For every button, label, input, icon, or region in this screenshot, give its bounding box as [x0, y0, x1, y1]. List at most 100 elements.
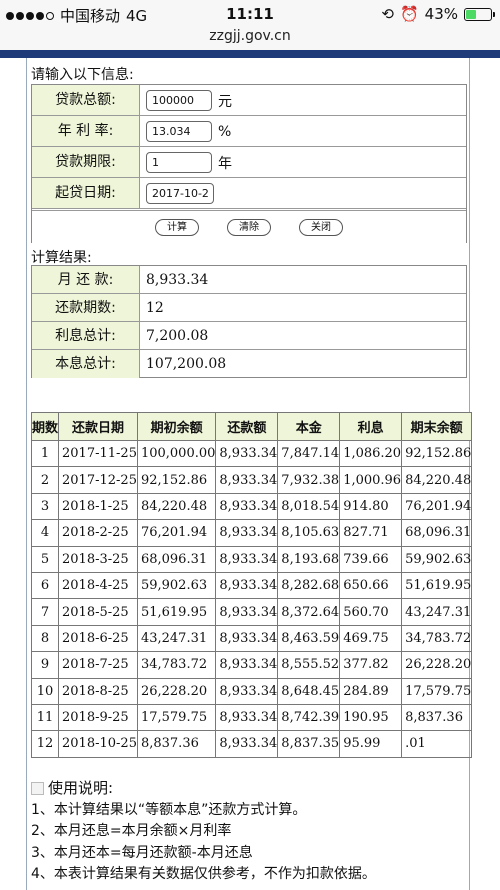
clear-button[interactable]: 清除	[227, 218, 271, 236]
table-cell: 2018-10-25	[58, 730, 138, 758]
total-amount-value: 107,200.08	[146, 356, 227, 372]
table-cell: 59,902.63	[401, 545, 473, 573]
url-bar[interactable]: zzgjj.gov.cn	[0, 28, 500, 50]
table-row: 2 2017-12-25 92,152.86 8,933.34 7,932.38 1,00…	[30, 466, 473, 494]
column-header: 还款额	[215, 412, 279, 441]
table-cell: 11	[30, 703, 60, 732]
result-panel: 月 还 款: 8,933.34 还款期数: 12 利息总计: 7,200.08 …	[31, 265, 467, 378]
table-cell: 8,837.36	[136, 730, 217, 758]
table-cell: 2	[30, 466, 60, 494]
table-cell: 284.89	[339, 677, 403, 705]
note-item: 1、本计算结果以“等额本息”还款方式计算。	[31, 801, 307, 818]
close-button[interactable]: 关闭	[299, 218, 343, 236]
table-cell: 8,742.39	[277, 703, 341, 732]
interest-rate-row: 年 利 率: %	[32, 116, 466, 147]
table-cell: 190.95	[339, 703, 403, 732]
table-cell: 8,555.52	[277, 651, 341, 679]
column-header: 还款日期	[58, 412, 138, 441]
alarm-icon: ⏰	[399, 5, 419, 23]
table-cell: 650.66	[339, 571, 403, 600]
table-cell: 34,783.72	[401, 624, 473, 653]
notes-title: 使用说明:	[48, 779, 114, 797]
table-row: 3 2018-1-25 84,220.48 8,933.34 8,018.54 914.8…	[30, 492, 473, 521]
monthly-payment-row: 月 还 款: 8,933.34	[32, 266, 466, 294]
start-date-label: 起贷日期:	[32, 178, 140, 208]
table-row: 7 2018-5-25 51,619.95 8,933.34 8,372.64 560.7…	[30, 598, 473, 626]
table-cell: 2018-1-25	[58, 492, 138, 521]
table-cell: 2018-8-25	[58, 677, 138, 705]
table-cell: 8,648.45	[277, 677, 341, 705]
table-row: 6 2018-4-25 59,902.63 8,933.34 8,282.68 650.6…	[30, 571, 473, 600]
table-cell: 8,933.34	[215, 439, 279, 468]
table-cell: 914.80	[339, 492, 403, 521]
table-cell: 8,837.35	[277, 730, 341, 758]
table-cell: 4	[30, 519, 60, 547]
notes-checkbox-icon	[31, 782, 44, 796]
table-cell: 2018-6-25	[58, 624, 138, 653]
table-cell: 2017-11-25	[58, 439, 138, 468]
table-row: 10 2018-8-25 26,228.20 8,933.34 8,648.45 284.…	[30, 677, 473, 705]
periods-row: 还款期数: 12	[32, 294, 466, 322]
table-cell: 8,933.34	[215, 677, 279, 705]
table-cell: 827.71	[339, 519, 403, 547]
result-title: 计算结果:	[31, 250, 92, 266]
table-row: 11 2018-9-25 17,579.75 8,933.34 8,742.39 190.…	[30, 703, 473, 732]
table-cell: 8,933.34	[215, 651, 279, 679]
table-row: 8 2018-6-25 43,247.31 8,933.34 8,463.59 469.7…	[30, 624, 473, 653]
loan-term-unit: 年	[218, 155, 232, 172]
button-row: 计算 清除 关闭	[32, 210, 466, 243]
table-cell: 8,933.34	[215, 519, 279, 547]
table-cell: 739.66	[339, 545, 403, 573]
table-cell: 8,933.34	[215, 703, 279, 732]
table-row: 12 2018-10-25 8,837.36 8,933.34 8,837.35 95.9…	[30, 730, 473, 758]
table-cell: 469.75	[339, 624, 403, 653]
loan-term-label: 贷款期限:	[32, 147, 140, 177]
loan-amount-input[interactable]	[146, 90, 212, 111]
start-date-input[interactable]	[146, 183, 214, 204]
periods-value: 12	[146, 300, 164, 316]
table-cell: 59,902.63	[136, 571, 217, 600]
table-cell: 5	[30, 545, 60, 573]
table-header-row: 期数 还款日期 期初余额 还款额 本金 利息 期末余额	[30, 412, 473, 441]
table-cell: 8,933.34	[215, 624, 279, 653]
table-cell: 51,619.95	[401, 571, 473, 600]
calculator-page: 请输入以下信息: 贷款总额: 元 年 利 率: % 贷款期限: 年 起贷日期:	[26, 58, 473, 890]
site-header-strip	[0, 50, 500, 58]
total-interest-label: 利息总计:	[32, 322, 140, 349]
table-cell: 95.99	[339, 730, 403, 758]
table-cell: 377.82	[339, 651, 403, 679]
start-date-row: 起贷日期:	[32, 178, 466, 209]
table-cell: 8,105.63	[277, 519, 341, 547]
table-cell: 9	[30, 651, 60, 679]
note-item: 4、本表计算结果有关数据仅供参考，不作为扣款依据。	[31, 866, 376, 882]
url-text: zzgjj.gov.cn	[209, 28, 291, 44]
table-cell: 8,933.34	[215, 492, 279, 521]
notes-header: 使用说明:	[31, 778, 376, 800]
table-cell: 68,096.31	[401, 519, 473, 547]
table-cell: 51,619.95	[136, 598, 217, 626]
battery-icon	[464, 7, 495, 21]
total-interest-value: 7,200.08	[146, 328, 209, 344]
total-amount-label: 本息总计:	[32, 350, 140, 378]
table-cell: 7,932.38	[277, 466, 341, 494]
table-cell: 1	[30, 439, 60, 468]
table-cell: 17,579.75	[401, 677, 473, 705]
note-item: 3、本月还本=每月还款额-本月还息	[31, 844, 253, 861]
total-amount-row: 本息总计: 107,200.08	[32, 350, 466, 378]
table-cell: 2018-7-25	[58, 651, 138, 679]
table-cell: 2018-2-25	[58, 519, 138, 547]
calculate-button[interactable]: 计算	[155, 218, 199, 236]
table-row: 5 2018-3-25 68,096.31 8,933.34 8,193.68 739.6…	[30, 545, 473, 573]
battery-percent: 43%	[424, 5, 458, 23]
table-cell: 7,847.14	[277, 439, 341, 468]
table-cell: 2018-5-25	[58, 598, 138, 626]
loan-term-input[interactable]	[146, 152, 212, 173]
loan-term-row: 贷款期限: 年	[32, 147, 466, 178]
battery-fill	[466, 9, 477, 19]
note-item: 2、本月还息=本月余额×月利率	[31, 823, 232, 839]
interest-rate-input[interactable]	[146, 121, 212, 142]
status-bar: 中国移动 4G 11:11 ⟲ ⏰ 43%	[0, 0, 500, 28]
table-cell: 8,193.68	[277, 545, 341, 573]
table-cell: 92,152.86	[136, 466, 217, 494]
column-header: 期末余额	[401, 412, 473, 441]
